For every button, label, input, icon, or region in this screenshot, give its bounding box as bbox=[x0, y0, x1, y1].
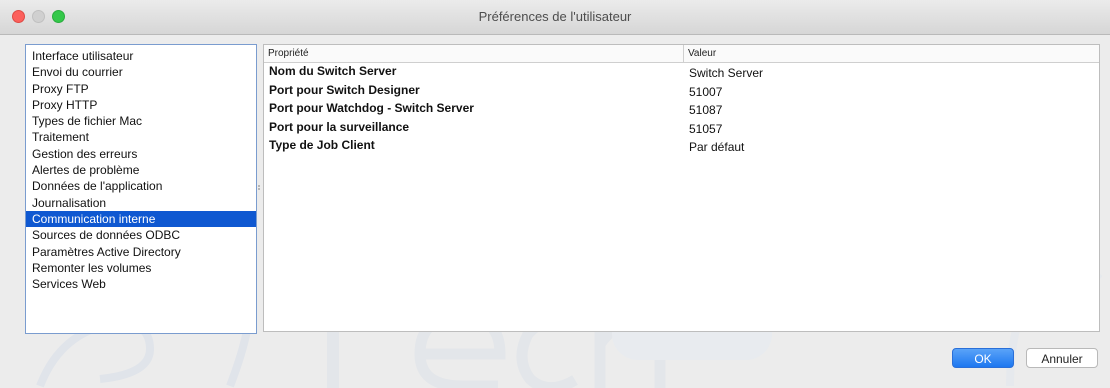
property-name: Port pour la surveillance bbox=[269, 119, 410, 134]
category-item-sources-de-donnees-odbc[interactable]: Sources de données ODBC bbox=[26, 227, 256, 243]
category-item-types-de-fichier-mac[interactable]: Types de fichier Mac bbox=[26, 113, 256, 129]
property-value[interactable]: Par défaut bbox=[684, 137, 1099, 156]
table-row[interactable]: Port pour la surveillance 51057 bbox=[264, 119, 1099, 138]
category-item-parametres-active-directory[interactable]: Paramètres Active Directory bbox=[26, 244, 256, 260]
category-item-alertes-de-probleme[interactable]: Alertes de problème bbox=[26, 162, 256, 178]
property-value[interactable]: 51057 bbox=[684, 119, 1099, 138]
ok-button[interactable]: OK bbox=[952, 348, 1014, 368]
title-bar: Préférences de l'utilisateur bbox=[0, 0, 1110, 35]
column-header-property[interactable]: Propriété bbox=[264, 45, 684, 62]
category-item-proxy-http[interactable]: Proxy HTTP bbox=[26, 97, 256, 113]
category-item-remonter-les-volumes[interactable]: Remonter les volumes bbox=[26, 260, 256, 276]
category-item-interface-utilisateur[interactable]: Interface utilisateur bbox=[26, 48, 256, 64]
cancel-button[interactable]: Annuler bbox=[1026, 348, 1098, 368]
category-list: Interface utilisateur Envoi du courrier … bbox=[25, 44, 257, 334]
category-item-proxy-ftp[interactable]: Proxy FTP bbox=[26, 81, 256, 97]
properties-table: Propriété Valeur Nom du Switch Server Sw… bbox=[263, 44, 1100, 332]
property-name: Nom du Switch Server bbox=[269, 64, 397, 78]
table-row[interactable]: Port pour Watchdog - Switch Server 51087 bbox=[264, 100, 1099, 119]
category-item-traitement[interactable]: Traitement bbox=[26, 129, 256, 145]
category-item-communication-interne[interactable]: Communication interne bbox=[26, 210, 256, 228]
category-item-donnees-de-l-application[interactable]: Données de l'application bbox=[26, 178, 256, 194]
property-name: Type de Job Client bbox=[269, 138, 375, 152]
category-item-gestion-des-erreurs[interactable]: Gestion des erreurs bbox=[26, 146, 256, 162]
window-title: Préférences de l'utilisateur bbox=[478, 9, 632, 24]
table-row[interactable]: Port pour Switch Designer 51007 bbox=[264, 82, 1099, 101]
property-value[interactable]: 51087 bbox=[684, 100, 1099, 119]
split-view-handle[interactable] bbox=[258, 184, 261, 192]
table-header: Propriété Valeur bbox=[264, 45, 1099, 63]
property-name: Port pour Switch Designer bbox=[269, 82, 420, 97]
category-item-services-web[interactable]: Services Web bbox=[26, 276, 256, 292]
property-value[interactable]: Switch Server bbox=[684, 63, 1099, 82]
property-name: Port pour Watchdog - Switch Server bbox=[269, 101, 474, 115]
column-header-value[interactable]: Valeur bbox=[684, 45, 1099, 62]
category-item-envoi-du-courrier[interactable]: Envoi du courrier bbox=[26, 64, 256, 80]
table-row[interactable]: Nom du Switch Server Switch Server bbox=[264, 63, 1099, 82]
category-item-journalisation[interactable]: Journalisation bbox=[26, 195, 256, 211]
table-row[interactable]: Type de Job Client Par défaut bbox=[264, 137, 1099, 156]
property-value[interactable]: 51007 bbox=[684, 82, 1099, 101]
